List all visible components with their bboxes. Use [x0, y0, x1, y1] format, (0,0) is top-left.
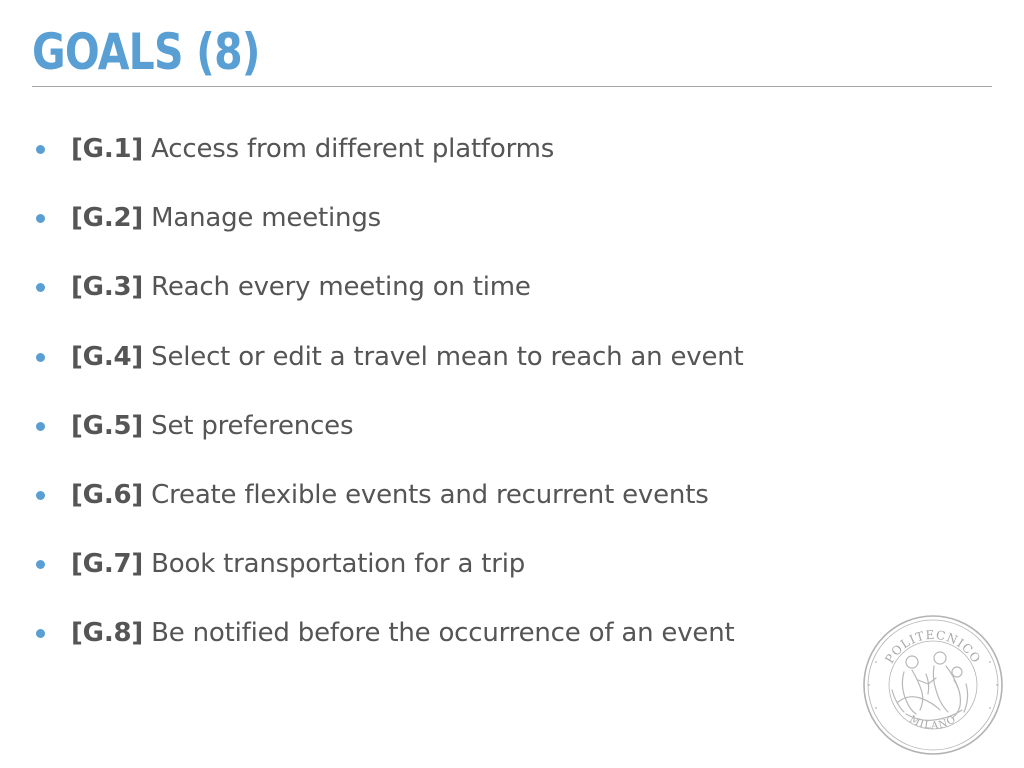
goals-list: [G.1] Access from different platforms [G… — [36, 126, 744, 680]
goal-item: [G.4] Select or edit a travel mean to re… — [36, 334, 744, 403]
goal-description: Access from different platforms — [151, 134, 555, 164]
svg-text:MILANO: MILANO — [908, 714, 959, 732]
bullet-icon — [36, 214, 45, 224]
goal-label: [G.5] Set preferences — [71, 403, 354, 449]
goal-description: Manage meetings — [151, 203, 381, 234]
goal-label: [G.7] Book transportation for a trip — [71, 541, 525, 587]
slide-title: GOALS (8) — [32, 23, 261, 81]
goal-code: [G.7] — [71, 549, 144, 580]
goal-label: [G.3] Reach every meeting on time — [71, 264, 531, 310]
goal-item: [G.7] Book transportation for a trip — [36, 541, 744, 610]
goal-code: [G.4] — [71, 341, 144, 372]
goal-description: Be notified before the occurrence of an … — [151, 618, 735, 649]
goal-description: Select or edit a travel mean to reach an… — [151, 341, 744, 372]
goal-item: [G.2] Manage meetings — [36, 195, 744, 264]
goal-label: [G.4] Select or edit a travel mean to re… — [71, 334, 744, 380]
goal-item: [G.3] Reach every meeting on time — [36, 264, 744, 333]
goal-code: [G.2] — [71, 203, 144, 234]
goal-code: [G.5] — [71, 410, 144, 441]
seal-bottom-text: MILANO — [908, 714, 958, 732]
goal-code: [G.1] — [71, 134, 144, 164]
goal-label: [G.2] Manage meetings — [71, 195, 381, 241]
politecnico-milano-seal-logo: POLITECNICO MILANO — [863, 615, 1003, 755]
bullet-icon — [36, 490, 45, 500]
goal-item: [G.1] Access from different platforms — [36, 126, 744, 195]
goal-label: [G.8] Be notified before the occurrence … — [71, 610, 735, 656]
bullet-icon — [36, 145, 45, 154]
seal-top-text: POLITECNICO — [882, 628, 982, 666]
seal-figures-illustration — [891, 651, 969, 721]
goal-description: Reach every meeting on time — [151, 272, 531, 303]
goal-item: [G.8] Be notified before the occurrence … — [36, 610, 744, 679]
bullet-icon — [36, 560, 45, 570]
goal-description: Book transportation for a trip — [151, 549, 526, 580]
goal-item: [G.5] Set preferences — [36, 403, 744, 472]
goal-label: [G.1] Access from different platforms — [71, 126, 554, 172]
goal-code: [G.3] — [71, 272, 144, 303]
goal-label: [G.6] Create flexible events and recurre… — [71, 472, 709, 518]
svg-text:POLITECNICO: POLITECNICO — [882, 628, 983, 666]
goal-code: [G.8] — [71, 618, 144, 649]
goal-code: [G.6] — [71, 479, 144, 510]
bullet-icon — [36, 421, 45, 431]
title-divider — [32, 86, 992, 87]
bullet-icon — [36, 629, 45, 639]
goal-description: Set preferences — [151, 410, 354, 441]
goal-description: Create flexible events and recurrent eve… — [151, 479, 709, 510]
bullet-icon — [36, 352, 45, 362]
bullet-icon — [36, 283, 45, 293]
goal-item: [G.6] Create flexible events and recurre… — [36, 472, 744, 541]
